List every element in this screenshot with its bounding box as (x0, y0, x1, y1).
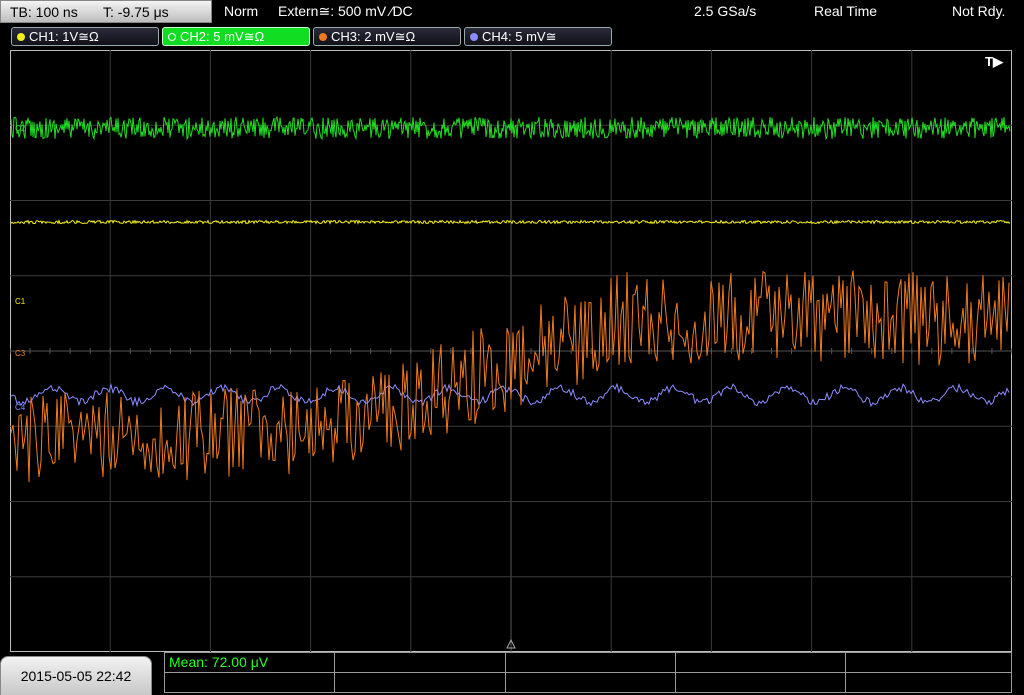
mean-measurement: Mean: 72.00 μV (169, 654, 269, 670)
ch1-offset-marker[interactable]: C1 (15, 297, 26, 306)
tab-ch1[interactable]: CH1: 1V≅Ω (11, 27, 159, 46)
ch2-offset-marker[interactable]: C2 (15, 124, 26, 133)
ch1-label: CH1: 1V≅Ω (29, 29, 99, 44)
tab-ch4[interactable]: CH4: 5 mV≅ (464, 27, 612, 46)
ch4-offset-marker[interactable]: C4 (15, 403, 26, 412)
trigger-source-label[interactable]: Extern≅: 500 mV ⁄DC (278, 3, 413, 20)
ch2-dot-icon (168, 33, 176, 41)
bottom-bar: 2015-05-05 22:42 Mean: 72.00 μV (0, 652, 1024, 695)
timebase-label: TB: 100 ns (10, 4, 78, 20)
trigger-position-marker[interactable]: T▶ (985, 54, 1004, 69)
tab-ch2[interactable]: CH2: 5 mV≅Ω (162, 27, 310, 46)
top-status-bar: TB: 100 ns T: -9.75 μs Norm Extern≅: 500… (0, 0, 1024, 25)
channel-tabs: CH1: 1V≅Ω CH2: 5 mV≅Ω CH3: 2 mV≅Ω CH4: 5… (0, 26, 1024, 48)
measurement-panel[interactable]: Mean: 72.00 μV (164, 652, 1012, 693)
ch1-dot-icon (17, 33, 25, 41)
waveform-display[interactable]: T▶ C2 C1 C3 C4 (10, 50, 1012, 652)
trigger-status-label: Not Rdy. (952, 3, 1006, 19)
timebase-box[interactable]: TB: 100 ns T: -9.75 μs (0, 0, 212, 23)
ch4-dot-icon (470, 33, 478, 41)
ch3-label: CH3: 2 mV≅Ω (331, 29, 416, 44)
ch3-dot-icon (319, 33, 327, 41)
datetime-box: 2015-05-05 22:42 (0, 656, 152, 695)
tab-ch3[interactable]: CH3: 2 mV≅Ω (313, 27, 461, 46)
measurement-table-lines (164, 652, 1012, 693)
trigger-time-label: T: -9.75 μs (103, 4, 169, 20)
sample-rate-label: 2.5 GSa/s (694, 3, 757, 19)
ch2-label: CH2: 5 mV≅Ω (180, 29, 265, 44)
acquisition-mode-label: Real Time (814, 3, 878, 19)
ch3-offset-marker[interactable]: C3 (15, 349, 26, 358)
trigger-mode-label[interactable]: Norm (224, 3, 258, 19)
ch4-label: CH4: 5 mV≅ (482, 29, 557, 44)
waveform-canvas[interactable]: T▶ C2 C1 C3 C4 (10, 50, 1012, 652)
